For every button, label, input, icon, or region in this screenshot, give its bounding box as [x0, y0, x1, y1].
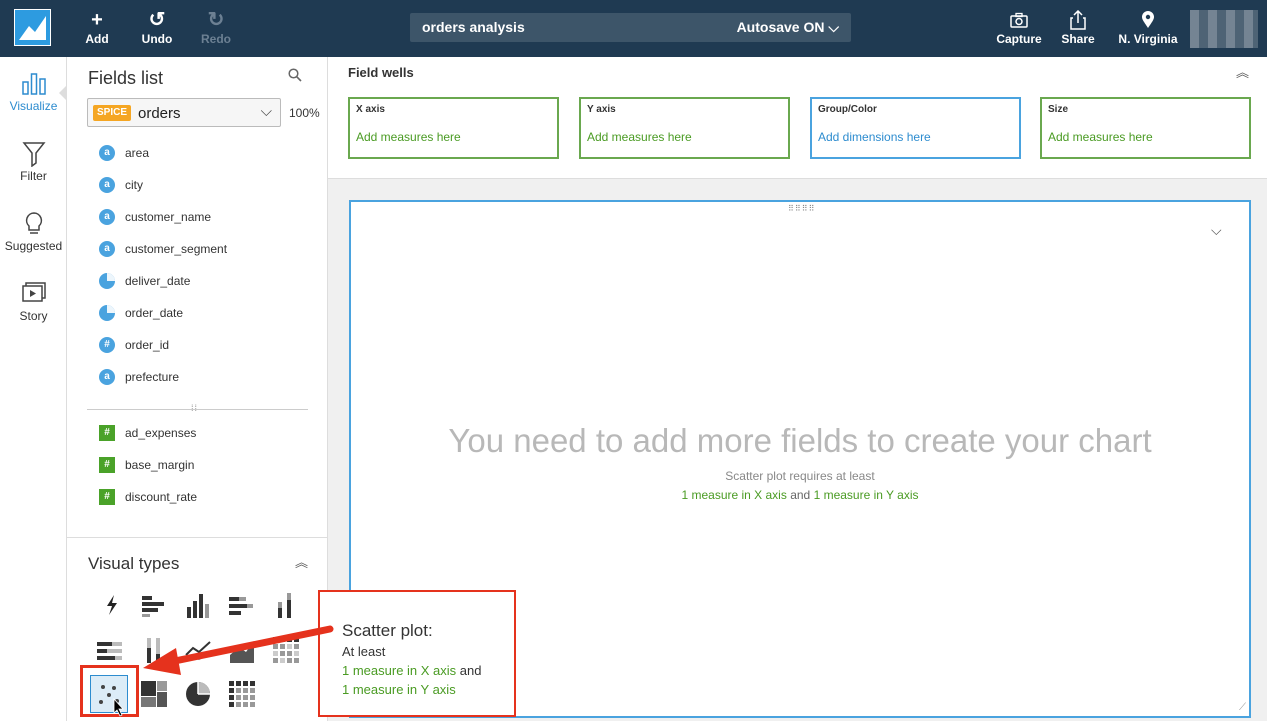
share-button[interactable]: Share: [1053, 8, 1103, 46]
tree-map-icon[interactable]: [139, 679, 169, 709]
well-size[interactable]: Size Add measures here: [1040, 97, 1251, 159]
field-name: prefecture: [125, 370, 180, 384]
field-name: order_date: [125, 306, 184, 320]
nav-story[interactable]: Story: [0, 281, 67, 323]
undo-icon: ↺: [148, 9, 166, 31]
dataset-select[interactable]: SPICE orders ⌵: [87, 98, 281, 127]
bar-chart-icon: [0, 71, 67, 99]
collapse-icon[interactable]: ︽: [1236, 62, 1249, 81]
measure-field-icon: #: [99, 425, 115, 441]
field-name: ad_expenses: [125, 426, 197, 440]
requirement-detail: 1 measure in X axis and 1 measure in Y a…: [681, 488, 919, 502]
dataset-name: orders: [138, 105, 181, 122]
well-y-axis[interactable]: Y axis Add measures here: [579, 97, 790, 159]
stacked-bar-icon[interactable]: [226, 590, 256, 620]
nav-suggested[interactable]: Suggested: [0, 211, 67, 253]
heat-map-icon[interactable]: [271, 635, 301, 665]
highlight-box: [80, 665, 139, 717]
field-name: deliver_date: [125, 274, 191, 288]
visual-type-tooltip: Scatter plot: At least 1 measure in X ax…: [318, 590, 516, 717]
drag-handle-icon[interactable]: ⠿⠿⠿⠿: [788, 204, 815, 213]
string-field-icon: a: [99, 369, 115, 385]
clock-icon: [99, 273, 115, 289]
string-field-icon: a: [99, 177, 115, 193]
well-group-color[interactable]: Group/Color Add dimensions here: [810, 97, 1021, 159]
percent-column-icon[interactable]: [139, 635, 169, 665]
string-field-icon: a: [99, 145, 115, 161]
field-name: city: [125, 178, 143, 192]
number-dimension-icon: #: [99, 337, 115, 353]
autograph-icon[interactable]: [97, 590, 127, 620]
search-icon[interactable]: [288, 68, 302, 86]
spice-badge: SPICE: [93, 105, 132, 121]
undo-button[interactable]: ↺ Undo: [132, 8, 182, 46]
analysis-name[interactable]: orders analysis: [422, 19, 525, 35]
collapse-icon[interactable]: ︽: [295, 552, 308, 571]
string-field-icon: a: [99, 241, 115, 257]
tooltip-title: Scatter plot:: [342, 621, 433, 640]
user-menu[interactable]: [1190, 10, 1258, 48]
pivot-table-icon[interactable]: [227, 679, 257, 709]
measure-field-icon: #: [99, 457, 115, 473]
chevron-down-icon: ⌵: [260, 103, 272, 120]
top-bar: + Add ↺ Undo ↻ Redo orders analysis Auto…: [0, 0, 1267, 57]
redo-button[interactable]: ↻ Redo: [191, 8, 241, 46]
quicksight-logo[interactable]: [14, 9, 51, 46]
area-chart-icon[interactable]: [227, 635, 257, 665]
empty-visual-message: You need to add more fields to create yo…: [448, 422, 1152, 459]
clock-icon: [99, 305, 115, 321]
horizontal-bar-icon[interactable]: [138, 590, 168, 620]
lightbulb-icon: [0, 211, 67, 239]
field-name: customer_name: [125, 210, 212, 224]
fields-list-title: Fields list: [88, 68, 164, 88]
nav-visualize[interactable]: Visualize: [0, 71, 67, 113]
stacked-column-icon[interactable]: [270, 590, 300, 620]
capture-button[interactable]: Capture: [994, 8, 1044, 46]
well-x-axis[interactable]: X axis Add measures here: [348, 97, 559, 159]
nav-active-pointer: [59, 85, 67, 101]
left-nav: Visualize Filter Suggested Story: [0, 57, 67, 721]
autosave-toggle[interactable]: Autosave ON ⌵: [737, 19, 839, 36]
camera-icon: [994, 8, 1044, 32]
vertical-bar-icon[interactable]: [183, 590, 213, 620]
add-button[interactable]: + Add: [72, 8, 122, 46]
line-chart-icon[interactable]: [183, 635, 213, 665]
field-name: base_margin: [125, 458, 195, 472]
plus-icon: +: [91, 9, 103, 31]
measure-field-icon: #: [99, 489, 115, 505]
field-wells-title: Field wells: [348, 65, 414, 80]
region-selector[interactable]: N. Virginia: [1117, 8, 1179, 46]
share-icon: [1053, 8, 1103, 32]
string-field-icon: a: [99, 209, 115, 225]
chevron-down-icon: ⌵: [828, 19, 839, 35]
field-name: customer_segment: [125, 242, 228, 256]
funnel-icon: [0, 141, 67, 169]
requirement-text: Scatter plot requires at least: [725, 469, 875, 483]
field-name: area: [125, 146, 150, 160]
spice-usage: 100%: [289, 106, 320, 120]
fields-list-panel: Fields list SPICE orders ⌵ 100% a area a ci…: [67, 57, 328, 537]
pie-chart-icon[interactable]: [183, 679, 213, 709]
story-icon: [0, 281, 67, 309]
location-pin-icon: [1117, 8, 1179, 32]
field-wells: Field wells ︽ X axis Add measures here Y…: [328, 57, 1267, 179]
visual-types-title: Visual types: [88, 554, 180, 573]
field-name: order_id: [125, 338, 170, 352]
resize-handle-icon[interactable]: ⟋: [1239, 702, 1246, 713]
chevron-down-icon[interactable]: ⌵: [1211, 222, 1222, 239]
nav-filter[interactable]: Filter: [0, 141, 67, 183]
analysis-name-bar[interactable]: orders analysis Autosave ON ⌵: [410, 13, 851, 42]
field-name: discount_rate: [125, 490, 198, 504]
percent-bar-icon[interactable]: [95, 635, 125, 665]
grip-icon[interactable]: ⁞⁞: [191, 403, 198, 413]
redo-icon: ↻: [207, 9, 225, 31]
